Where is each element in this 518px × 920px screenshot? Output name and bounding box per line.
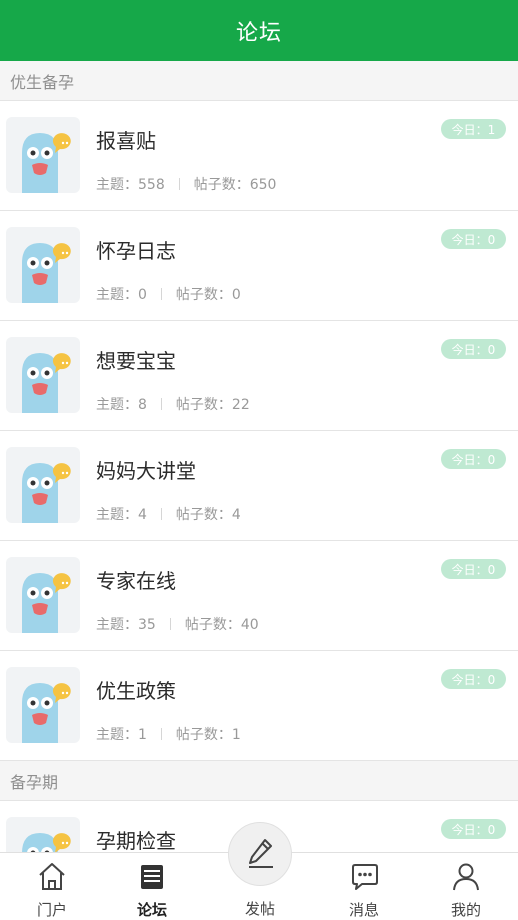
forum-row[interactable]: 报喜贴 主题：558 帖子数：650 今日：1 (0, 101, 518, 211)
post-count: 帖子数：1 (175, 727, 241, 743)
divider (160, 288, 162, 300)
forum-stats: 主题：4 帖子数：4 (96, 504, 241, 524)
post-count: 帖子数：4 (175, 507, 241, 523)
forum-row[interactable]: 专家在线 主题：35 帖子数：40 今日：0 (0, 541, 518, 651)
topic-count: 主题：558 (96, 177, 165, 193)
divider (160, 728, 162, 740)
forum-name: 妈妈大讲堂 (96, 459, 196, 483)
app-header: 论坛 (0, 0, 518, 61)
forum-row[interactable]: 优生政策 主题：1 帖子数：1 今日：0 (0, 651, 518, 761)
today-badge: 今日：0 (441, 559, 506, 579)
home-icon (39, 863, 65, 890)
tab-messages-label: 消息 (348, 901, 379, 919)
section-header: 备孕期 (0, 761, 518, 801)
forum-thumbnail (6, 227, 80, 303)
post-count: 帖子数：650 (193, 177, 277, 193)
forum-stats: 主题：0 帖子数：0 (96, 284, 241, 304)
section-title: 备孕期 (10, 772, 59, 792)
tab-forum-label: 论坛 (136, 901, 167, 919)
forum-name: 优生政策 (96, 679, 176, 703)
forum-stats: 主题：1 帖子数：1 (96, 724, 241, 744)
mascot-icon (22, 573, 71, 633)
divider (178, 178, 180, 190)
today-badge: 今日：0 (441, 819, 506, 839)
forum-name: 专家在线 (96, 569, 176, 593)
forum-thumbnail (6, 667, 80, 743)
forum-thumbnail (6, 337, 80, 413)
forum-name: 怀孕日志 (96, 239, 176, 263)
today-badge: 今日：0 (441, 669, 506, 689)
tab-messages[interactable]: 消息 (312, 853, 416, 920)
tab-post-label[interactable]: 发帖 (208, 898, 312, 919)
page-title: 论坛 (235, 20, 282, 46)
app-screen: { "header": { "title": "论坛" }, "sections… (0, 0, 518, 920)
topic-count: 主题：8 (96, 397, 147, 413)
tab-mine-label: 我的 (450, 901, 481, 919)
forum-row[interactable]: 怀孕日志 主题：0 帖子数：0 今日：0 (0, 211, 518, 321)
today-badge: 今日：0 (441, 229, 506, 249)
section-title: 优生备孕 (10, 72, 75, 92)
post-count: 帖子数：40 (184, 617, 259, 633)
mascot-icon (22, 353, 71, 413)
section-header: 优生备孕 (0, 61, 518, 101)
forum-row[interactable]: 妈妈大讲堂 主题：4 帖子数：4 今日：0 (0, 431, 518, 541)
divider (160, 398, 162, 410)
forum-name: 报喜贴 (96, 129, 156, 153)
today-badge: 今日：1 (441, 119, 506, 139)
post-button[interactable] (228, 822, 292, 886)
mascot-icon (22, 463, 71, 523)
forum-stats: 主题：35 帖子数：40 (96, 614, 259, 634)
today-badge: 今日：0 (441, 449, 506, 469)
person-icon (453, 863, 479, 891)
post-count: 帖子数：22 (175, 397, 250, 413)
chat-bubble-icon (352, 864, 378, 890)
mascot-icon (22, 243, 71, 303)
forum-row[interactable]: 想要宝宝 主题：8 帖子数：22 今日：0 (0, 321, 518, 431)
today-badge: 今日：0 (441, 339, 506, 359)
divider (160, 508, 162, 520)
forum-name: 想要宝宝 (96, 349, 176, 373)
mascot-icon (22, 133, 71, 193)
forum-stats: 主题：8 帖子数：22 (96, 394, 250, 414)
forum-thumbnail (6, 117, 80, 193)
tab-portal-label: 门户 (36, 901, 67, 919)
forum-name: 孕期检查 (96, 829, 176, 853)
topic-count: 主题：35 (96, 617, 156, 633)
forum-thumbnail (6, 447, 80, 523)
divider (169, 618, 171, 630)
topic-count: 主题：0 (96, 287, 147, 303)
book-icon (141, 865, 163, 889)
topic-count: 主题：4 (96, 507, 147, 523)
tab-mine[interactable]: 我的 (414, 853, 518, 920)
post-count: 帖子数：0 (175, 287, 241, 303)
tab-forum[interactable]: 论坛 (100, 853, 204, 920)
forum-stats: 主题：558 帖子数：650 (96, 174, 276, 194)
forum-thumbnail (6, 557, 80, 633)
mascot-icon (22, 683, 71, 743)
tab-portal[interactable]: 门户 (0, 853, 104, 920)
pen-icon (249, 839, 273, 868)
topic-count: 主题：1 (96, 727, 147, 743)
